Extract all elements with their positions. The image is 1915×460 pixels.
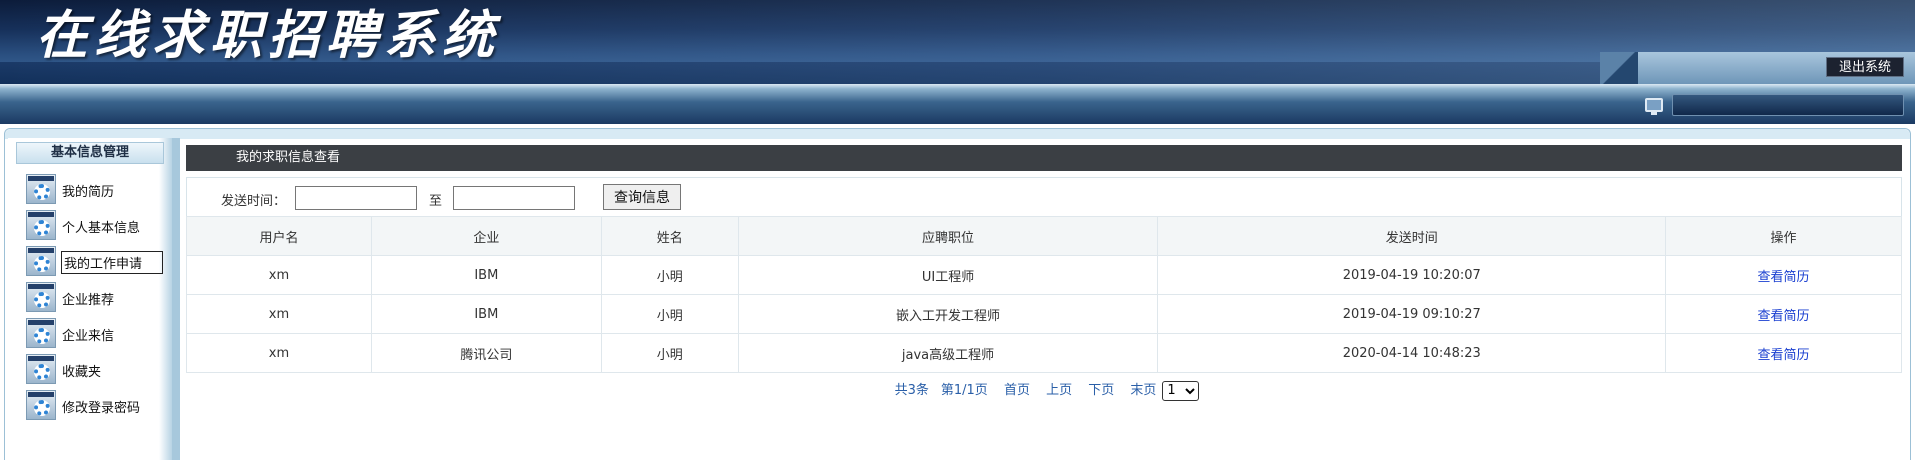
cell-action: 查看简历 xyxy=(1665,255,1902,295)
view-resume-link[interactable]: 查看简历 xyxy=(1758,270,1810,285)
pager-prev-link[interactable]: 上页 xyxy=(1046,383,1072,398)
table-row: xm IBM 小明 嵌入工开发工程师 2019-04-19 09:10:27 查… xyxy=(186,294,1902,334)
status-bar xyxy=(1672,94,1904,116)
panel-wedge xyxy=(1600,52,1638,84)
page-select[interactable]: 1 xyxy=(1162,380,1200,401)
sidebar-item-label: 我的简历 xyxy=(62,185,115,200)
sidebar-item-favorites[interactable]: 收藏夹 xyxy=(18,352,168,388)
cell-company: IBM xyxy=(370,294,602,334)
pager-page-info: 第1/1页 xyxy=(940,383,988,398)
cell-action: 查看简历 xyxy=(1665,294,1902,334)
cell-position: java高级工程师 xyxy=(737,333,1159,373)
cell-username: xm xyxy=(186,255,372,295)
sidebar-item-label: 我的工作申请 xyxy=(61,251,163,274)
sidebar-item-my-applications[interactable]: 我的工作申请 xyxy=(18,244,168,280)
cell-position: UI工程师 xyxy=(737,255,1159,295)
cell-name: 小明 xyxy=(600,255,739,295)
frame-topbar xyxy=(5,129,1910,139)
pagination: 共3条 第1/1页 首页 上页 下页 末页 1 xyxy=(186,380,1902,404)
view-resume-link[interactable]: 查看简历 xyxy=(1758,309,1810,324)
sidebar-item-label: 企业推荐 xyxy=(62,293,115,308)
filter-row: 发送时间： 至 查询信息 xyxy=(186,177,1902,217)
date-from-input[interactable] xyxy=(295,186,417,210)
cell-username: xm xyxy=(186,333,372,373)
page-title: 我的求职信息查看 xyxy=(186,145,1902,171)
cell-sent-time: 2019-04-19 09:10:27 xyxy=(1157,294,1667,334)
table-header-row: 用户名 企业 姓名 应聘职位 发送时间 操作 xyxy=(186,216,1902,256)
cell-position: 嵌入工开发工程师 xyxy=(737,294,1159,334)
sidebar-item-label: 个人基本信息 xyxy=(62,221,141,236)
pager-first-link[interactable]: 首页 xyxy=(1004,383,1030,398)
sidebar-item-company-letters[interactable]: 企业来信 xyxy=(18,316,168,352)
header-strip xyxy=(0,84,1915,124)
gear-icon xyxy=(26,210,56,240)
monitor-icon xyxy=(1645,98,1663,115)
column-header: 企业 xyxy=(370,216,602,256)
sidebar-item-label: 修改登录密码 xyxy=(62,401,141,416)
gear-icon xyxy=(26,354,56,384)
send-time-label: 发送时间： xyxy=(221,194,287,209)
sidebar: 基本信息管理 我的简历 个人基本信息 我的工作申请 企业推荐 企业来信 收藏夹 … xyxy=(8,138,180,460)
gear-icon xyxy=(26,390,56,420)
table-row: xm 腾讯公司 小明 java高级工程师 2020-04-14 10:48:23… xyxy=(186,333,1902,373)
logout-button[interactable]: 退出系统 xyxy=(1826,57,1904,77)
sidebar-item-change-password[interactable]: 修改登录密码 xyxy=(18,388,168,424)
cell-sent-time: 2019-04-19 10:20:07 xyxy=(1157,255,1667,295)
query-button[interactable]: 查询信息 xyxy=(603,184,681,210)
pager-total: 共3条 xyxy=(894,383,929,398)
to-label: 至 xyxy=(429,194,443,209)
applications-table: 用户名 企业 姓名 应聘职位 发送时间 操作 xm IBM 小明 UI工程师 2… xyxy=(186,216,1902,373)
sidebar-section-title: 基本信息管理 xyxy=(16,142,164,164)
cell-company: 腾讯公司 xyxy=(370,333,602,373)
pager-last-link[interactable]: 末页 xyxy=(1130,383,1156,398)
sidebar-item-company-recommend[interactable]: 企业推荐 xyxy=(18,280,168,316)
gear-icon xyxy=(26,282,56,312)
cell-name: 小明 xyxy=(600,294,739,334)
sidebar-item-my-resume[interactable]: 我的简历 xyxy=(18,172,168,208)
site-title: 在线求职招聘系统 xyxy=(36,5,501,66)
column-header: 用户名 xyxy=(186,216,372,256)
cell-action: 查看简历 xyxy=(1665,333,1902,373)
cell-name: 小明 xyxy=(600,333,739,373)
cell-username: xm xyxy=(186,294,372,334)
column-header: 操作 xyxy=(1665,216,1902,256)
sidebar-item-label: 企业来信 xyxy=(62,329,115,344)
column-header: 姓名 xyxy=(600,216,739,256)
sidebar-item-label: 收藏夹 xyxy=(62,365,102,380)
column-header: 发送时间 xyxy=(1157,216,1667,256)
gear-icon xyxy=(26,174,56,204)
table-row: xm IBM 小明 UI工程师 2019-04-19 10:20:07 查看简历 xyxy=(186,255,1902,295)
gear-icon xyxy=(26,246,56,276)
gear-icon xyxy=(26,318,56,348)
column-header: 应聘职位 xyxy=(737,216,1159,256)
view-resume-link[interactable]: 查看简历 xyxy=(1758,348,1810,363)
cell-sent-time: 2020-04-14 10:48:23 xyxy=(1157,333,1667,373)
pager-next-link[interactable]: 下页 xyxy=(1088,383,1114,398)
sidebar-item-personal-info[interactable]: 个人基本信息 xyxy=(18,208,168,244)
date-to-input[interactable] xyxy=(453,186,575,210)
cell-company: IBM xyxy=(370,255,602,295)
